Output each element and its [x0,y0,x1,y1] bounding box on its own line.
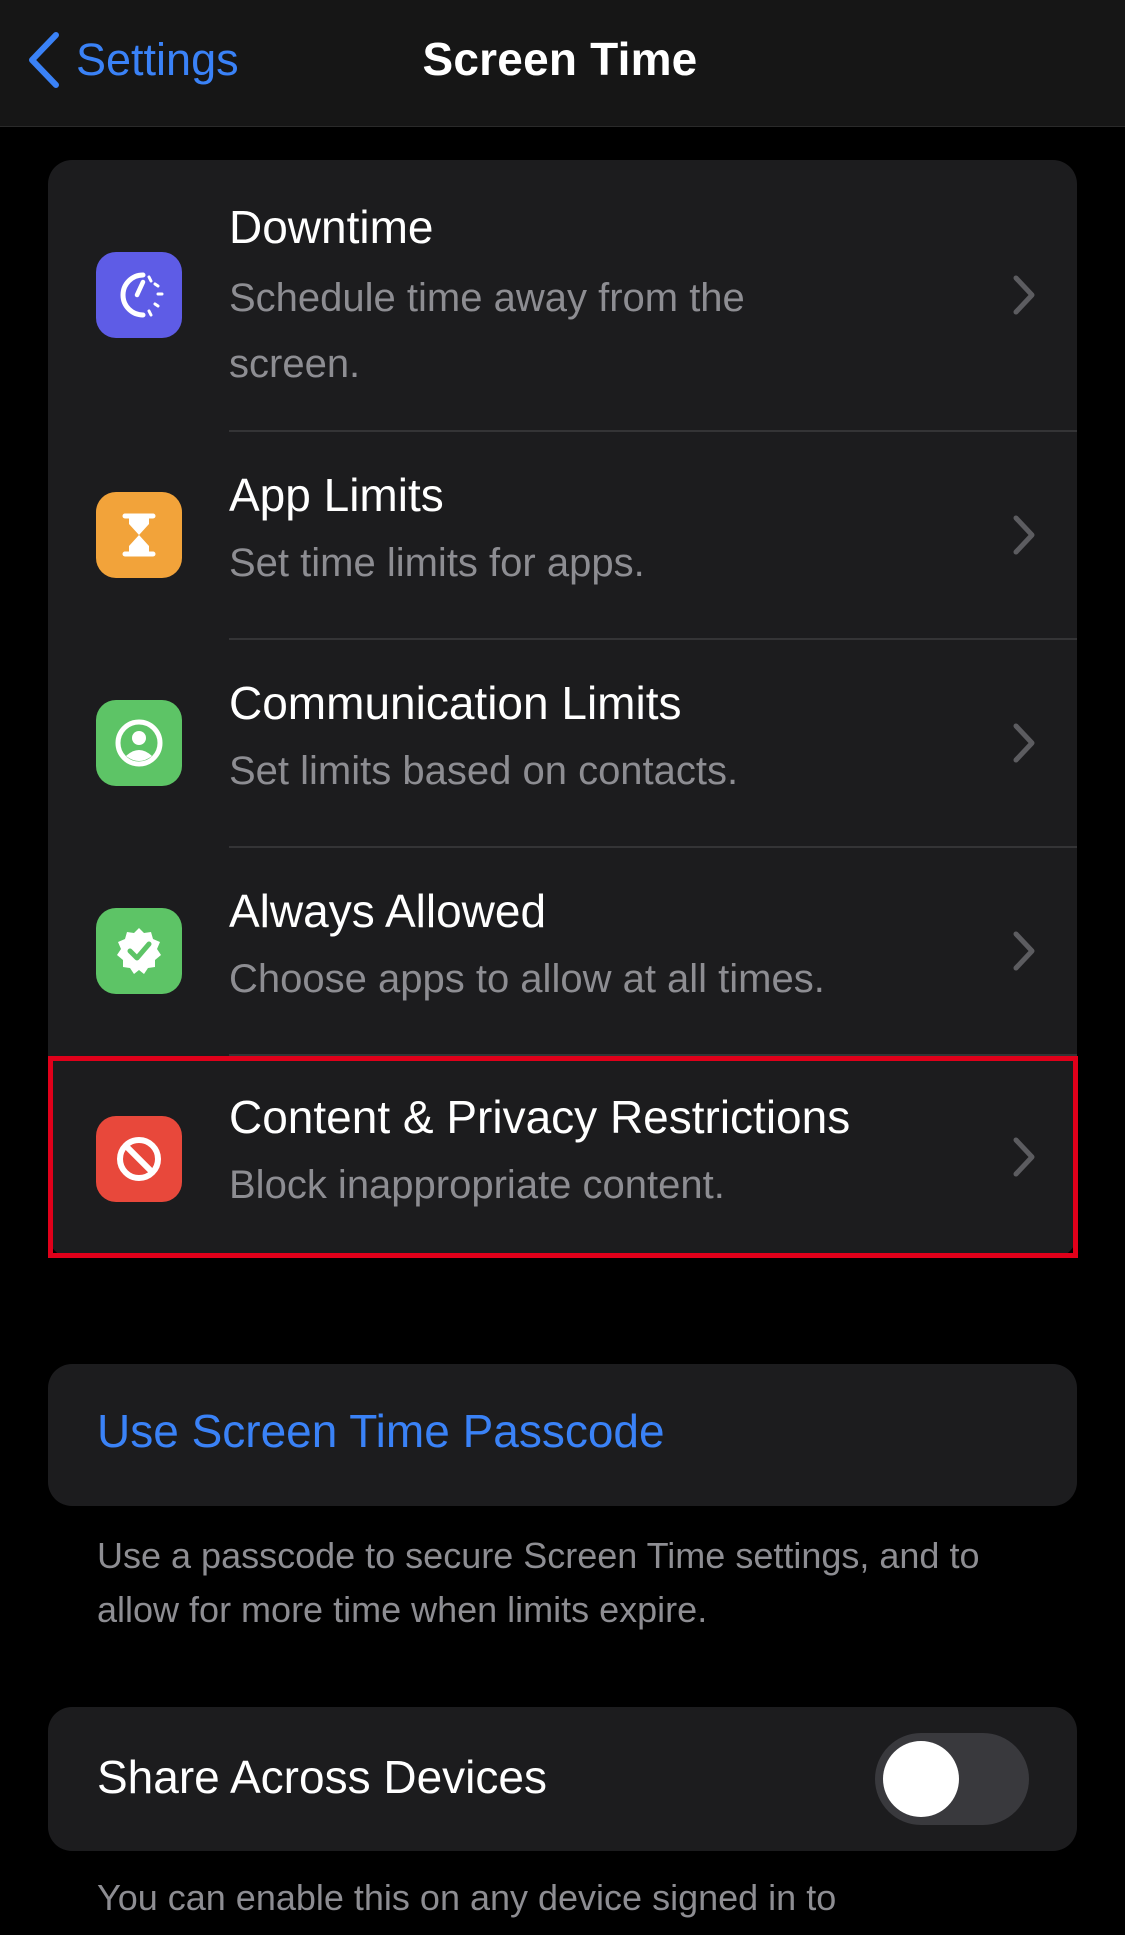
row-title: Downtime [229,201,434,253]
row-content-privacy-restrictions[interactable]: Content & Privacy Restrictions Block ina… [48,1056,1077,1258]
screen-time-options-group: Downtime Schedule time away from the scr… [48,160,1077,1258]
row-subtitle: Set time limits for apps. [229,541,645,585]
row-title: Communication Limits [229,677,682,729]
passcode-footnote: Use a passcode to secure Screen Time set… [97,1535,980,1630]
row-app-limits[interactable]: App Limits Set time limits for apps. [48,432,1077,638]
chevron-right-icon [1013,275,1035,315]
checkmark-badge-icon [96,908,182,994]
row-downtime[interactable]: Downtime Schedule time away from the scr… [48,160,1077,430]
row-subtitle: Block inappropriate content. [229,1163,725,1207]
row-subtitle: Schedule time away from the screen. [229,276,745,386]
chevron-right-icon [1013,723,1035,763]
row-subtitle: Set limits based on contacts. [229,749,739,793]
share-footnote: You can enable this on any device signed… [97,1877,837,1918]
share-across-devices-group: Share Across Devices [48,1707,1077,1851]
hourglass-icon [96,492,182,578]
chevron-right-icon [1013,515,1035,555]
row-title: App Limits [229,469,444,521]
navigation-bar: Settings Screen Time [0,0,1125,127]
share-across-devices-toggle[interactable] [875,1733,1029,1825]
row-title: Always Allowed [229,885,547,937]
row-subtitle: Choose apps to allow at all times. [229,957,825,1001]
use-screen-time-passcode-button[interactable]: Use Screen Time Passcode [97,1404,665,1458]
page-title: Screen Time [422,33,698,85]
row-title: Content & Privacy Restrictions [229,1091,851,1143]
chevron-right-icon [1013,1137,1035,1177]
row-communication-limits[interactable]: Communication Limits Set limits based on… [48,640,1077,846]
chevron-right-icon [1013,931,1035,971]
prohibited-icon [96,1116,182,1202]
toggle-knob [883,1741,959,1817]
contact-icon [96,700,182,786]
passcode-group: Use Screen Time Passcode [48,1364,1077,1506]
downtime-icon [96,252,182,338]
row-always-allowed[interactable]: Always Allowed Choose apps to allow at a… [48,848,1077,1054]
share-across-devices-label: Share Across Devices [97,1751,547,1803]
